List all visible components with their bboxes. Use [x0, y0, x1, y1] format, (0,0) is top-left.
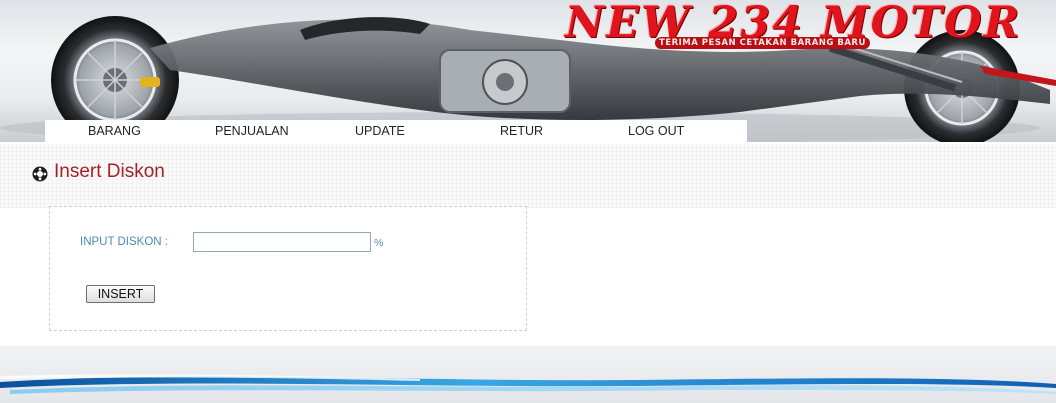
nav-item-retur[interactable]: RETUR	[500, 124, 543, 138]
page: NEW 234 MOTOR TERIMA PESAN CETAKAN BARAN…	[0, 0, 1056, 403]
insert-button[interactable]: INSERT	[86, 285, 155, 303]
nav-item-barang[interactable]: BARANG	[88, 124, 141, 138]
diskon-input[interactable]	[193, 232, 371, 252]
diskon-label: INPUT DISKON :	[80, 236, 168, 248]
page-title: Insert Diskon	[54, 161, 165, 182]
percent-label: %	[374, 237, 384, 249]
footer-decoration	[0, 346, 1056, 403]
brand-tagline: TERIMA PESAN CETAKAN BARANG BARU	[655, 37, 870, 49]
diskon-form	[49, 206, 527, 331]
nav-item-update[interactable]: UPDATE	[355, 124, 405, 138]
main-nav: BARANG PENJUALAN UPDATE RETUR LOG OUT	[45, 120, 747, 144]
nav-item-penjualan[interactable]: PENJUALAN	[215, 124, 289, 138]
section-bullet-icon	[32, 166, 48, 182]
nav-item-logout[interactable]: LOG OUT	[628, 124, 684, 138]
wave-decoration-image	[0, 374, 1056, 394]
